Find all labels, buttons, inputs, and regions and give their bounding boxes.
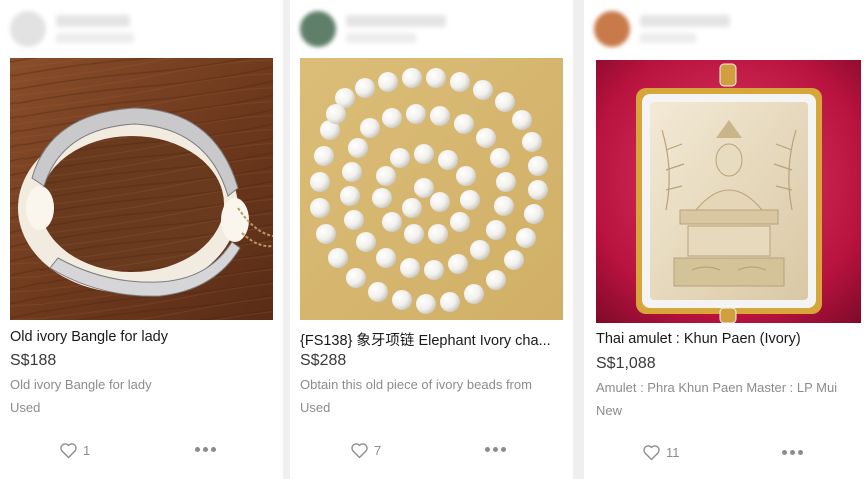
- listing-card[interactable]: Thai amulet : Khun Paen (Ivory) S$1,088 …: [584, 0, 867, 479]
- like-count: 1: [83, 442, 91, 458]
- listing-condition: New: [596, 403, 623, 418]
- amulet-photo: [596, 60, 861, 323]
- more-dot: [798, 450, 803, 455]
- more-dot: [493, 447, 498, 452]
- listing-price: S$1,088: [596, 355, 656, 372]
- like-button[interactable]: 7: [350, 440, 381, 460]
- more-dot: [211, 447, 216, 452]
- listing-condition: Used: [10, 400, 41, 415]
- seller-time-blurred: [640, 33, 696, 43]
- seller-info[interactable]: [594, 9, 857, 49]
- seller-name-blurred: [346, 15, 446, 27]
- listing-title[interactable]: Thai amulet : Khun Paen (Ivory): [596, 331, 859, 347]
- heart-icon: [643, 444, 660, 460]
- listing-title[interactable]: Old ivory Bangle for lady: [10, 329, 275, 345]
- like-button[interactable]: 1: [59, 440, 90, 460]
- beads-photo: [300, 58, 563, 320]
- heart-icon: [60, 442, 77, 458]
- like-button[interactable]: 11: [642, 442, 680, 462]
- seller-avatar[interactable]: [300, 11, 336, 47]
- listing-description: Amulet : Phra Khun Paen Master : LP Mui: [596, 380, 838, 395]
- more-options-button[interactable]: [782, 450, 808, 456]
- seller-time-blurred: [56, 33, 134, 43]
- listing-photo[interactable]: [300, 58, 563, 320]
- more-dot: [782, 450, 787, 455]
- more-dot: [195, 447, 200, 452]
- more-dot: [485, 447, 490, 452]
- seller-name-blurred: [640, 15, 730, 27]
- listing-condition: Used: [300, 400, 331, 415]
- listing-card[interactable]: Old ivory Bangle for lady S$188 Old ivor…: [0, 0, 283, 479]
- more-options-button[interactable]: [485, 447, 511, 453]
- seller-avatar[interactable]: [10, 11, 46, 47]
- more-dot: [790, 450, 795, 455]
- bangle-photo: [10, 58, 273, 320]
- listing-card[interactable]: {FS138} 象牙项链 Elephant Ivory cha... S$288…: [290, 0, 573, 479]
- like-count: 7: [374, 442, 382, 458]
- more-dot: [501, 447, 506, 452]
- listing-description: Obtain this old piece of ivory beads fro…: [300, 377, 532, 392]
- more-dot: [203, 447, 208, 452]
- seller-info[interactable]: [300, 9, 563, 49]
- listing-photo[interactable]: [10, 58, 273, 320]
- listing-title[interactable]: {FS138} 象牙项链 Elephant Ivory cha...: [300, 329, 565, 350]
- seller-name-blurred: [56, 15, 130, 27]
- seller-time-blurred: [346, 33, 416, 43]
- listing-photo[interactable]: [596, 60, 861, 323]
- seller-avatar[interactable]: [594, 11, 630, 47]
- listing-price: S$288: [300, 352, 347, 369]
- seller-info[interactable]: [10, 9, 273, 49]
- more-options-button[interactable]: [195, 447, 221, 453]
- like-count: 11: [666, 444, 680, 460]
- listing-description: Old ivory Bangle for lady: [10, 377, 152, 392]
- heart-icon: [351, 442, 368, 458]
- listing-price: S$188: [10, 352, 57, 369]
